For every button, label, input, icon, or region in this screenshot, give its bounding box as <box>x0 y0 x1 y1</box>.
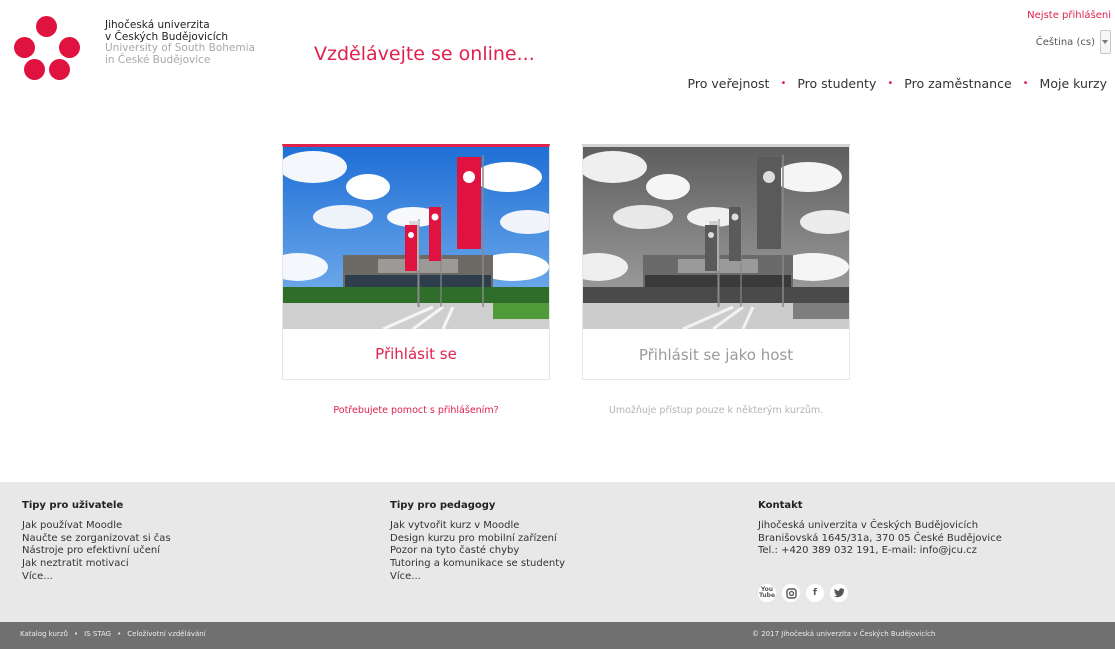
copyright-text: © 2017 Jihočeská univerzita v Českých Bu… <box>752 630 936 638</box>
nav-item-students[interactable]: Pro studenty <box>797 76 876 91</box>
contact-institution: Jihočeská univerzita v Českých Budějovic… <box>758 519 979 531</box>
university-logo-text[interactable]: Jihočeská univerzita v Českých Budějovic… <box>105 19 255 66</box>
bottom-separator: • <box>73 630 79 638</box>
social-links: You Tube f <box>758 584 848 602</box>
guest-access-note: Umožňuje přístup pouze k některým kurzům… <box>608 405 824 416</box>
bottom-link-is-stag[interactable]: IS STAG <box>84 630 111 638</box>
footer-teacher-tips: Tipy pro pedagogy Jak vytvořit kurz v Mo… <box>390 500 565 584</box>
language-dropdown-icon[interactable] <box>1100 30 1111 54</box>
nav-item-my-courses[interactable]: Moje kurzy <box>1040 76 1107 91</box>
footer-link[interactable]: Jak neztratit motivaci <box>22 558 171 571</box>
bottom-links: Katalog kurzů • IS STAG • Celoživotní vz… <box>20 630 206 638</box>
main-navigation: Pro veřejnost • Pro studenty • Pro zaměs… <box>688 76 1107 91</box>
footer-user-tips-title: Tipy pro uživatele <box>22 500 124 511</box>
language-selector[interactable]: Čeština (cs) <box>1036 30 1111 54</box>
footer-more-link[interactable]: Více... <box>22 571 171 584</box>
bottom-link-lifelong-learning[interactable]: Celoživotní vzdělávání <box>127 630 205 638</box>
login-card[interactable]: Přihlásit se <box>282 144 550 380</box>
footer-link[interactable]: Nástroje pro efektivní učení <box>22 545 171 558</box>
footer-link[interactable]: Naučte se zorganizovat si čas <box>22 533 171 546</box>
footer-link[interactable]: Tutoring a komunikace se studenty <box>390 558 565 571</box>
twitter-icon[interactable] <box>830 584 848 602</box>
campus-photo-grayscale <box>583 147 849 329</box>
nav-separator: • <box>887 78 894 89</box>
bottom-separator: • <box>117 630 122 638</box>
login-help-link[interactable]: Potřebujete pomoct s přihlášením? <box>282 405 550 416</box>
contact-phone-email[interactable]: Tel.: +420 389 032 191, E-mail: info@jcu… <box>758 545 1002 558</box>
nav-separator: • <box>1022 78 1029 89</box>
facebook-icon[interactable]: f <box>806 584 824 602</box>
footer-link[interactable]: Pozor na tyto časté chyby <box>390 545 565 558</box>
footer-link[interactable]: Jak používat Moodle <box>22 520 171 533</box>
login-button-label[interactable]: Přihlásit se <box>283 345 549 363</box>
bottom-link-course-catalog[interactable]: Katalog kurzů <box>20 630 68 638</box>
university-logo-mark[interactable] <box>14 16 84 82</box>
youtube-icon[interactable]: You Tube <box>758 584 776 602</box>
nav-separator: • <box>780 78 787 89</box>
footer-contact: Kontakt Jihočeská univerzita v Českých B… <box>758 500 1002 558</box>
logo-line-1: Jihočeská univerzita <box>105 19 210 31</box>
footer-user-tips: Tipy pro uživatele Jak používat Moodle N… <box>22 500 171 584</box>
footer-contact-title: Kontakt <box>758 500 803 511</box>
logo-line-4: in České Budějovice <box>105 53 211 66</box>
footer-link[interactable]: Jak vytvořit kurz v Moodle <box>390 520 565 533</box>
logo-line-3: University of South Bohemia <box>105 42 255 54</box>
guest-login-card[interactable]: Přihlásit se jako host <box>582 144 850 380</box>
instagram-icon[interactable] <box>782 584 800 602</box>
footer-link[interactable]: Design kurzu pro mobilní zařízení <box>390 533 565 546</box>
nav-item-public[interactable]: Pro veřejnost <box>688 76 770 91</box>
guest-login-button-label[interactable]: Přihlásit se jako host <box>583 346 849 364</box>
contact-address: Branišovská 1645/31a, 370 05 České Buděj… <box>758 532 1002 544</box>
site-tagline: Vzdělávejte se online... <box>314 43 535 65</box>
login-status[interactable]: Nejste přihlášeni <box>1027 10 1111 21</box>
footer-more-link[interactable]: Více... <box>390 571 565 584</box>
nav-item-employees[interactable]: Pro zaměstnance <box>904 76 1011 91</box>
campus-photo <box>283 147 549 329</box>
footer-teacher-tips-title: Tipy pro pedagogy <box>390 500 496 511</box>
language-label[interactable]: Čeština (cs) <box>1036 37 1095 48</box>
